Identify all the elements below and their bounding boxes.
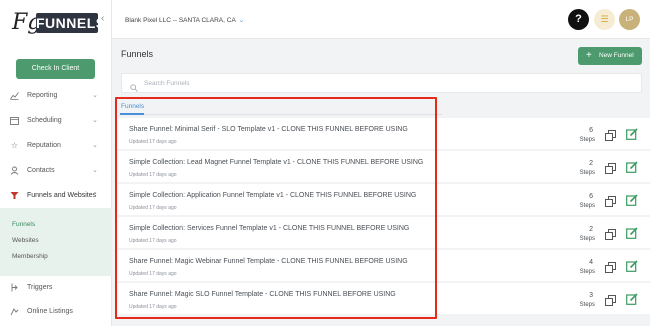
copy-icon[interactable] <box>605 194 616 207</box>
steps-count: 6 <box>589 127 593 134</box>
sidebar-item-label: Online Listings <box>27 308 73 315</box>
chevron-down-icon: ⌄ <box>238 17 245 24</box>
menu-list-icon[interactable]: ☰ <box>594 9 615 30</box>
chevron-down-icon: ⌄ <box>92 117 98 124</box>
funnel-title[interactable]: Share Funnel: Minimal Serif - SLO Templa… <box>129 126 408 133</box>
copy-icon[interactable] <box>605 293 616 306</box>
funnel-title[interactable]: Simple Collection: Application Funnel Te… <box>129 192 416 199</box>
sidebar-item-funnels-and-websites[interactable]: Funnels and Websites ⌃ <box>0 188 112 206</box>
avatar[interactable]: LP <box>619 9 640 30</box>
help-button[interactable]: ? <box>568 9 589 30</box>
funnel-row[interactable]: Share Funnel: Magic Webinar Funnel Templ… <box>118 250 650 281</box>
copy-icon[interactable] <box>605 227 616 240</box>
edit-icon[interactable] <box>626 259 638 272</box>
chevron-down-icon: ⌄ <box>92 142 98 149</box>
star-icon: ☆ <box>10 141 19 150</box>
sidebar-item-label: Scheduling <box>27 117 62 124</box>
chart-icon <box>10 91 19 100</box>
trigger-icon <box>10 283 19 292</box>
funnel-icon <box>10 191 19 200</box>
funnel-row[interactable]: Simple Collection: Lead Magnet Funnel Te… <box>118 151 650 182</box>
steps-count: 2 <box>589 160 593 167</box>
funnel-title[interactable]: Share Funnel: Magic SLO Funnel Template … <box>129 291 396 298</box>
funnel-updated: Updated 17 days ago <box>129 271 177 277</box>
person-icon <box>10 166 19 175</box>
chevron-up-icon: ⌃ <box>92 192 98 199</box>
company-name: Blank Pixel LLC -- SANTA CLARA, CA <box>125 17 236 24</box>
funnel-row[interactable]: Simple Collection: Services Funnel Templ… <box>118 217 650 248</box>
sidebar-item-reporting[interactable]: Reporting ⌄ <box>0 88 112 106</box>
chevron-down-icon: ⌄ <box>92 92 98 99</box>
new-funnel-label: New Funnel <box>599 52 634 59</box>
sidebar-item-label: Reputation <box>27 142 61 149</box>
sidebar-item-label: Contacts <box>27 167 55 174</box>
subnav-item-funnels[interactable]: Funnels <box>12 221 35 228</box>
search-input[interactable] <box>144 75 624 91</box>
sidebar-item-scheduling[interactable]: Scheduling ⌄ <box>0 113 112 131</box>
edit-icon[interactable] <box>626 160 638 173</box>
calendar-icon <box>10 116 19 125</box>
steps-label: Steps <box>579 203 595 209</box>
copy-icon[interactable] <box>605 128 616 141</box>
steps-count: 2 <box>589 226 593 233</box>
sidebar-item-reputation[interactable]: ☆ Reputation ⌄ <box>0 138 112 156</box>
sidebar-item-label: Triggers <box>27 284 53 291</box>
sidebar-item-triggers[interactable]: Triggers <box>0 280 112 298</box>
steps-count: 4 <box>589 259 593 266</box>
steps-label: Steps <box>579 236 595 242</box>
funnel-updated: Updated 17 days ago <box>129 139 177 145</box>
funnel-updated: Updated 17 days ago <box>129 205 177 211</box>
sidebar-item-online-listings[interactable]: Online Listings <box>0 304 112 322</box>
steps-label: Steps <box>579 137 595 143</box>
top-bar: Blank Pixel LLC -- SANTA CLARA, CA ⌄ ? ☰ … <box>112 0 650 39</box>
funnel-updated: Updated 17 days ago <box>129 304 177 310</box>
edit-icon[interactable] <box>626 292 638 305</box>
copy-icon[interactable] <box>605 260 616 273</box>
steps-label: Steps <box>579 269 595 275</box>
steps-count: 6 <box>589 193 593 200</box>
funnels-logo[interactable]: Fg FUNNELS <box>12 10 106 40</box>
collapse-sidebar-icon[interactable]: ‹ <box>101 13 104 24</box>
new-funnel-button[interactable]: + New Funnel <box>578 47 642 65</box>
subnav-item-websites[interactable]: Websites <box>12 237 39 244</box>
funnel-row[interactable]: Share Funnel: Minimal Serif - SLO Templa… <box>118 118 650 149</box>
steps-count: 3 <box>589 292 593 299</box>
funnel-title[interactable]: Share Funnel: Magic Webinar Funnel Templ… <box>129 258 408 265</box>
steps-label: Steps <box>579 302 595 308</box>
sidebar-item-label: Reporting <box>27 92 58 99</box>
edit-icon[interactable] <box>626 226 638 239</box>
chevron-down-icon: ⌄ <box>92 167 98 174</box>
active-tab-indicator <box>120 113 144 115</box>
listing-icon <box>10 307 19 316</box>
funnel-row[interactable]: Share Funnel: Magic SLO Funnel Template … <box>118 283 650 314</box>
sidebar-item-label: Funnels and Websites <box>27 192 97 199</box>
funnel-updated: Updated 17 days ago <box>129 172 177 178</box>
funnel-list: Share Funnel: Minimal Serif - SLO Templa… <box>118 116 650 326</box>
search-icon <box>130 79 138 92</box>
copy-icon[interactable] <box>605 161 616 174</box>
edit-icon[interactable] <box>626 193 638 206</box>
logo-wordmark: FUNNELS <box>36 13 106 33</box>
funnels-subnav: Funnels Websites Membership <box>0 208 112 276</box>
steps-label: Steps <box>579 170 595 176</box>
tab-funnels[interactable]: Funnels <box>121 103 144 110</box>
funnel-title[interactable]: Simple Collection: Lead Magnet Funnel Te… <box>129 159 423 166</box>
edit-icon[interactable] <box>626 127 638 140</box>
plus-icon: + <box>586 50 592 61</box>
funnel-updated: Updated 17 days ago <box>129 238 177 244</box>
check-in-client-button[interactable]: Check In Client <box>16 59 95 79</box>
sidebar-item-contacts[interactable]: Contacts ⌄ <box>0 163 112 181</box>
funnel-row[interactable]: Simple Collection: Application Funnel Te… <box>118 184 650 215</box>
tabs-divider <box>119 114 442 115</box>
company-selector[interactable]: Blank Pixel LLC -- SANTA CLARA, CA ⌄ <box>125 16 244 24</box>
page-title: Funnels <box>121 49 154 59</box>
subnav-item-membership[interactable]: Membership <box>12 253 48 260</box>
funnel-title[interactable]: Simple Collection: Services Funnel Templ… <box>129 225 409 232</box>
sidebar: Fg FUNNELS ‹ Check In Client Reporting ⌄… <box>0 0 112 326</box>
